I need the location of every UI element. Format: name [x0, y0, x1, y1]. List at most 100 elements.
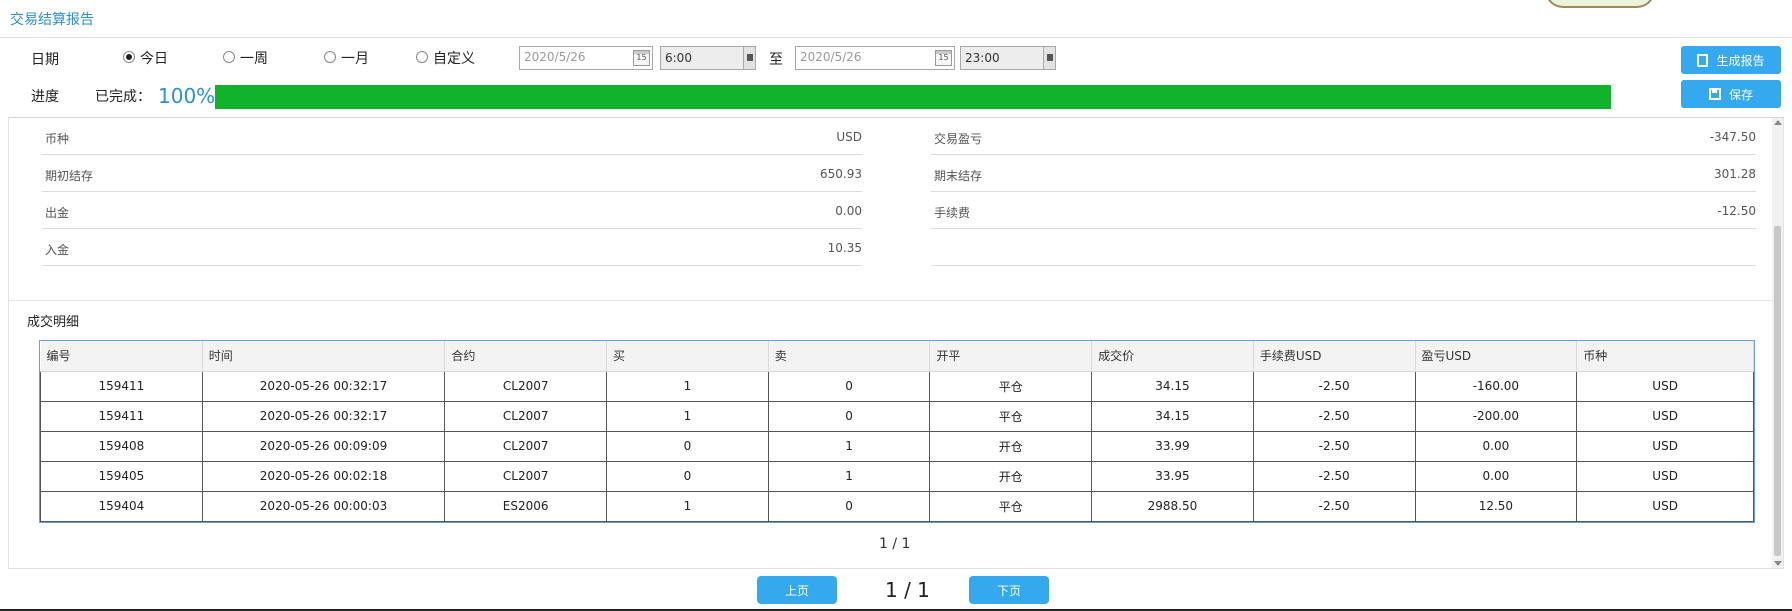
end-date-input[interactable]: 2020/5/26 15	[795, 46, 955, 70]
done-label: 已完成：	[95, 89, 151, 105]
table-cell: 33.99	[1091, 430, 1254, 462]
table-cell: 2020-05-26 00:09:09	[201, 430, 446, 462]
table-cell: -2.50	[1252, 460, 1416, 492]
summary-value: 10.35	[827, 241, 862, 255]
table-cell: 开仓	[929, 460, 1093, 492]
summary-key: 期末结存	[934, 169, 983, 183]
table-cell: 34.15	[1091, 400, 1254, 432]
report-panel: 币种 USD 期初结存 650.93 出金 0.00 入金 10.35 交易盈亏…	[8, 117, 1784, 569]
summary-key: 手续费	[934, 206, 971, 220]
table-row[interactable]: 159411 2020-05-26 00:32:17 CL2007 1 0 平仓 34.15…	[40, 400, 1754, 432]
radio-custom-label[interactable]: 自定义	[433, 48, 475, 68]
save-label: 保存	[1728, 87, 1753, 102]
summary-row: 手续费 -12.50	[931, 192, 1756, 229]
summary-row: 出金 0.00	[42, 192, 862, 229]
table-cell: 159404	[40, 490, 203, 522]
date-row: 日期 今日 一周 一月 自定义 2020/5/26 15 6:00 至 2020…	[0, 44, 1792, 74]
table-cell: 0	[606, 430, 769, 462]
radio-month-label[interactable]: 一月	[341, 48, 369, 68]
scrollbar-thumb[interactable]	[1774, 226, 1781, 556]
progress-label: 进度	[31, 89, 59, 105]
table-cell: 平仓	[929, 370, 1093, 402]
table-cell: USD	[1576, 490, 1754, 522]
table-cell: 159411	[40, 400, 203, 432]
start-date-value: 2020/5/26	[524, 50, 586, 64]
table-cell: USD	[1576, 400, 1754, 432]
summary-key: 期初结存	[45, 169, 94, 183]
table-cell: 159405	[40, 460, 203, 492]
date-separator: 至	[769, 52, 783, 68]
column-header[interactable]: 编号	[40, 341, 203, 372]
radio-today-label[interactable]: 今日	[140, 48, 168, 68]
table-cell: 0.00	[1414, 460, 1578, 492]
start-date-input[interactable]: 2020/5/26 15	[519, 46, 653, 70]
page-info: 1 / 1	[885, 578, 930, 602]
summary-row: 期末结存 301.28	[931, 155, 1756, 192]
table-cell: CL2007	[444, 430, 608, 462]
column-header[interactable]: 盈亏USD	[1415, 341, 1578, 372]
column-header[interactable]: 合约	[444, 341, 608, 372]
vertical-scrollbar[interactable]	[1772, 118, 1783, 568]
generate-report-button[interactable]: 生成报告	[1681, 46, 1781, 74]
summary-row: 币种 USD	[42, 118, 862, 155]
radio-custom[interactable]	[416, 51, 428, 63]
column-header[interactable]: 手续费USD	[1253, 341, 1416, 372]
calendar-icon[interactable]: 15	[935, 50, 952, 66]
time-spinner-icon[interactable]	[743, 47, 755, 69]
table-header-row: 编号 时间 合约买卖开平 成交价 手续费USD 盈亏USD 币种	[40, 341, 1754, 372]
table-cell: -200.00	[1414, 400, 1578, 432]
radio-week[interactable]	[223, 51, 235, 63]
radio-week-label[interactable]: 一周	[240, 48, 268, 68]
progress-bar-fill	[215, 85, 1611, 109]
table-cell: 2988.50	[1091, 490, 1254, 522]
scroll-down-icon[interactable]	[1774, 561, 1782, 566]
table-cell: 1	[606, 400, 769, 432]
table-cell: 2020-05-26 00:02:18	[201, 460, 446, 492]
end-time-input[interactable]: 23:00	[960, 46, 1056, 70]
scroll-up-icon[interactable]	[1774, 120, 1782, 125]
details-table: 编号 时间 合约买卖开平 成交价 手续费USD 盈亏USD 币种 159411 2020-05…	[39, 340, 1755, 523]
table-cell: -2.50	[1252, 370, 1416, 402]
table-cell: 2020-05-26 00:32:17	[201, 370, 446, 402]
column-header[interactable]: 时间	[202, 341, 446, 372]
summary-value: -12.50	[1717, 204, 1756, 218]
table-cell: ES2006	[444, 490, 608, 522]
column-header[interactable]: 成交价	[1091, 341, 1254, 372]
table-cell: USD	[1576, 370, 1754, 402]
summary-row: 入金 10.35	[42, 229, 862, 266]
summary-value: USD	[836, 130, 862, 144]
calendar-icon[interactable]: 15	[633, 50, 650, 66]
column-header[interactable]: 开平	[929, 341, 1093, 372]
save-button[interactable]: 保存	[1681, 80, 1781, 108]
column-header[interactable]: 买	[606, 341, 769, 372]
time-spinner-icon[interactable]	[1043, 47, 1055, 69]
table-cell: CL2007	[444, 400, 608, 432]
table-cell: 34.15	[1091, 370, 1254, 402]
summary-value: 0.00	[835, 204, 862, 218]
start-time-input[interactable]: 6:00	[660, 46, 756, 70]
summary-row-empty	[931, 229, 1756, 266]
radio-today[interactable]	[123, 51, 135, 63]
table-cell: 0	[767, 370, 931, 402]
table-row[interactable]: 159405 2020-05-26 00:02:18 CL2007 0 1 开仓 33.95…	[40, 460, 1754, 492]
column-header[interactable]: 卖	[768, 341, 931, 372]
next-page-button[interactable]: 下页	[969, 576, 1049, 604]
title-bar: 交易结算报告	[0, 0, 1792, 38]
column-header[interactable]: 币种	[1576, 341, 1754, 372]
prev-page-button[interactable]: 上页	[757, 576, 837, 604]
summary-key: 入金	[45, 243, 70, 257]
table-cell: 0	[767, 400, 931, 432]
table-row[interactable]: 159404 2020-05-26 00:00:03 ES2006 1 0 平仓 2988.…	[40, 490, 1754, 522]
table-cell: 1	[606, 490, 769, 522]
end-time-value: 23:00	[965, 51, 1000, 65]
table-cell: CL2007	[444, 370, 608, 402]
table-cell: -2.50	[1252, 490, 1416, 522]
table-row[interactable]: 159408 2020-05-26 00:09:09 CL2007 0 1 开仓 33.99…	[40, 430, 1754, 462]
table-cell: 开仓	[929, 430, 1093, 462]
table-cell: USD	[1576, 460, 1754, 492]
table-row[interactable]: 159411 2020-05-26 00:32:17 CL2007 1 0 平仓 34.15…	[40, 370, 1754, 402]
progress-bar	[215, 85, 1611, 109]
radio-month[interactable]	[324, 51, 336, 63]
logo-icon	[1545, 0, 1655, 8]
table-cell: 1	[767, 460, 931, 492]
